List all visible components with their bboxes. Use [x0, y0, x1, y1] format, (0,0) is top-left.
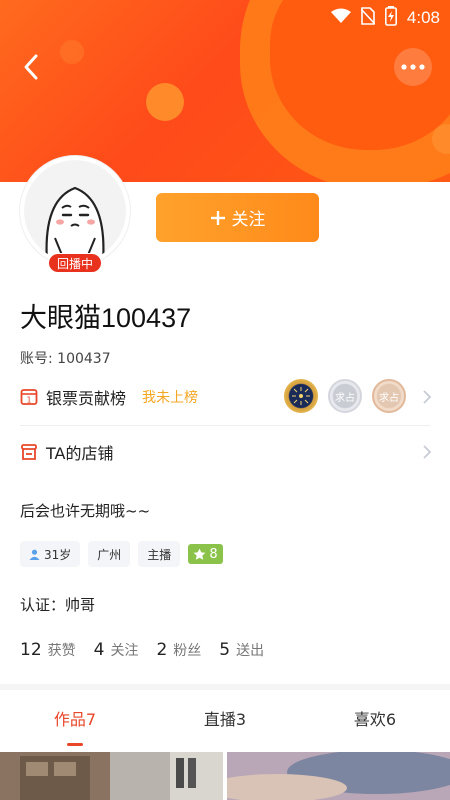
profile-tags: 31岁 广州 主播 8 [20, 541, 223, 567]
avatar-image [24, 160, 126, 262]
status-time: 4:08 [406, 8, 440, 27]
divider [20, 425, 430, 426]
cartoon-face-icon [45, 186, 105, 262]
person-icon [29, 549, 40, 560]
no-sim-icon [360, 7, 376, 29]
sky-photo [227, 752, 450, 800]
chevron-left-icon [24, 54, 38, 80]
back-button[interactable] [14, 50, 48, 84]
rank-3-medal: 求占 [372, 379, 406, 413]
chevron-right-icon [423, 390, 432, 404]
work-thumbnail[interactable] [227, 752, 450, 800]
role-tag: 主播 [138, 541, 181, 567]
plus-icon [210, 210, 225, 225]
user-name: 大眼猫100437 [20, 303, 192, 333]
banner-dot [146, 83, 184, 121]
tab-works[interactable]: 作品7 [0, 690, 150, 746]
fireworks-icon [292, 387, 310, 405]
verification-text: 认证：帅哥 [20, 596, 96, 614]
ranking-medals: 求占 求占 [284, 379, 406, 413]
wifi-icon [330, 8, 351, 28]
user-stats: 12 获赞 4 关注 2 粉丝 5 送出 [20, 640, 264, 660]
bio-text: 后会也许无期哦~~ [20, 502, 151, 520]
svg-text:1: 1 [26, 396, 31, 405]
battery-charging-icon [384, 6, 397, 30]
level-badge: 8 [188, 544, 223, 564]
ticket-icon: 1 [20, 388, 38, 406]
avatar[interactable] [20, 156, 130, 266]
follow-label: 关注 [231, 210, 266, 230]
contribution-ranking-row[interactable]: 1 银票贡献榜 我未上榜 求占 求占 [20, 373, 432, 421]
chevron-right-icon [423, 445, 432, 459]
contribution-label: 银票贡献榜 [46, 389, 127, 408]
account-id: 账号: 100437 [20, 351, 111, 367]
rank-1-medal [284, 379, 318, 413]
city-tag: 广州 [88, 541, 131, 567]
work-thumbnail[interactable] [0, 752, 223, 800]
stat-following[interactable]: 4 关注 [94, 640, 139, 660]
store-icon [20, 443, 38, 461]
ranking-status: 我未上榜 [142, 390, 199, 406]
room-photo [0, 752, 223, 800]
stat-likes[interactable]: 12 获赞 [20, 640, 76, 660]
active-tab-indicator [67, 743, 83, 746]
follow-button[interactable]: 关注 [156, 193, 319, 242]
more-button[interactable] [394, 48, 432, 86]
star-icon [193, 548, 206, 560]
tab-likes[interactable]: 喜欢6 [300, 690, 450, 746]
rank-2-medal: 求占 [328, 379, 362, 413]
banner-dot [60, 40, 84, 64]
status-icons: 4:08 [330, 6, 440, 30]
shop-label: TA的店铺 [46, 444, 114, 463]
content-tabs: 作品7 直播3 喜欢6 [0, 690, 450, 746]
stat-gifts-sent[interactable]: 5 送出 [219, 640, 264, 660]
works-grid [0, 752, 450, 800]
age-tag: 31岁 [20, 541, 81, 567]
shop-row[interactable]: TA的店铺 [20, 428, 432, 476]
tab-live[interactable]: 直播3 [150, 690, 300, 746]
stat-fans[interactable]: 2 粉丝 [156, 640, 201, 660]
replay-badge[interactable]: 回播中 [48, 253, 102, 273]
status-bar: 4:08 [0, 0, 450, 32]
more-dots-icon [401, 64, 425, 70]
